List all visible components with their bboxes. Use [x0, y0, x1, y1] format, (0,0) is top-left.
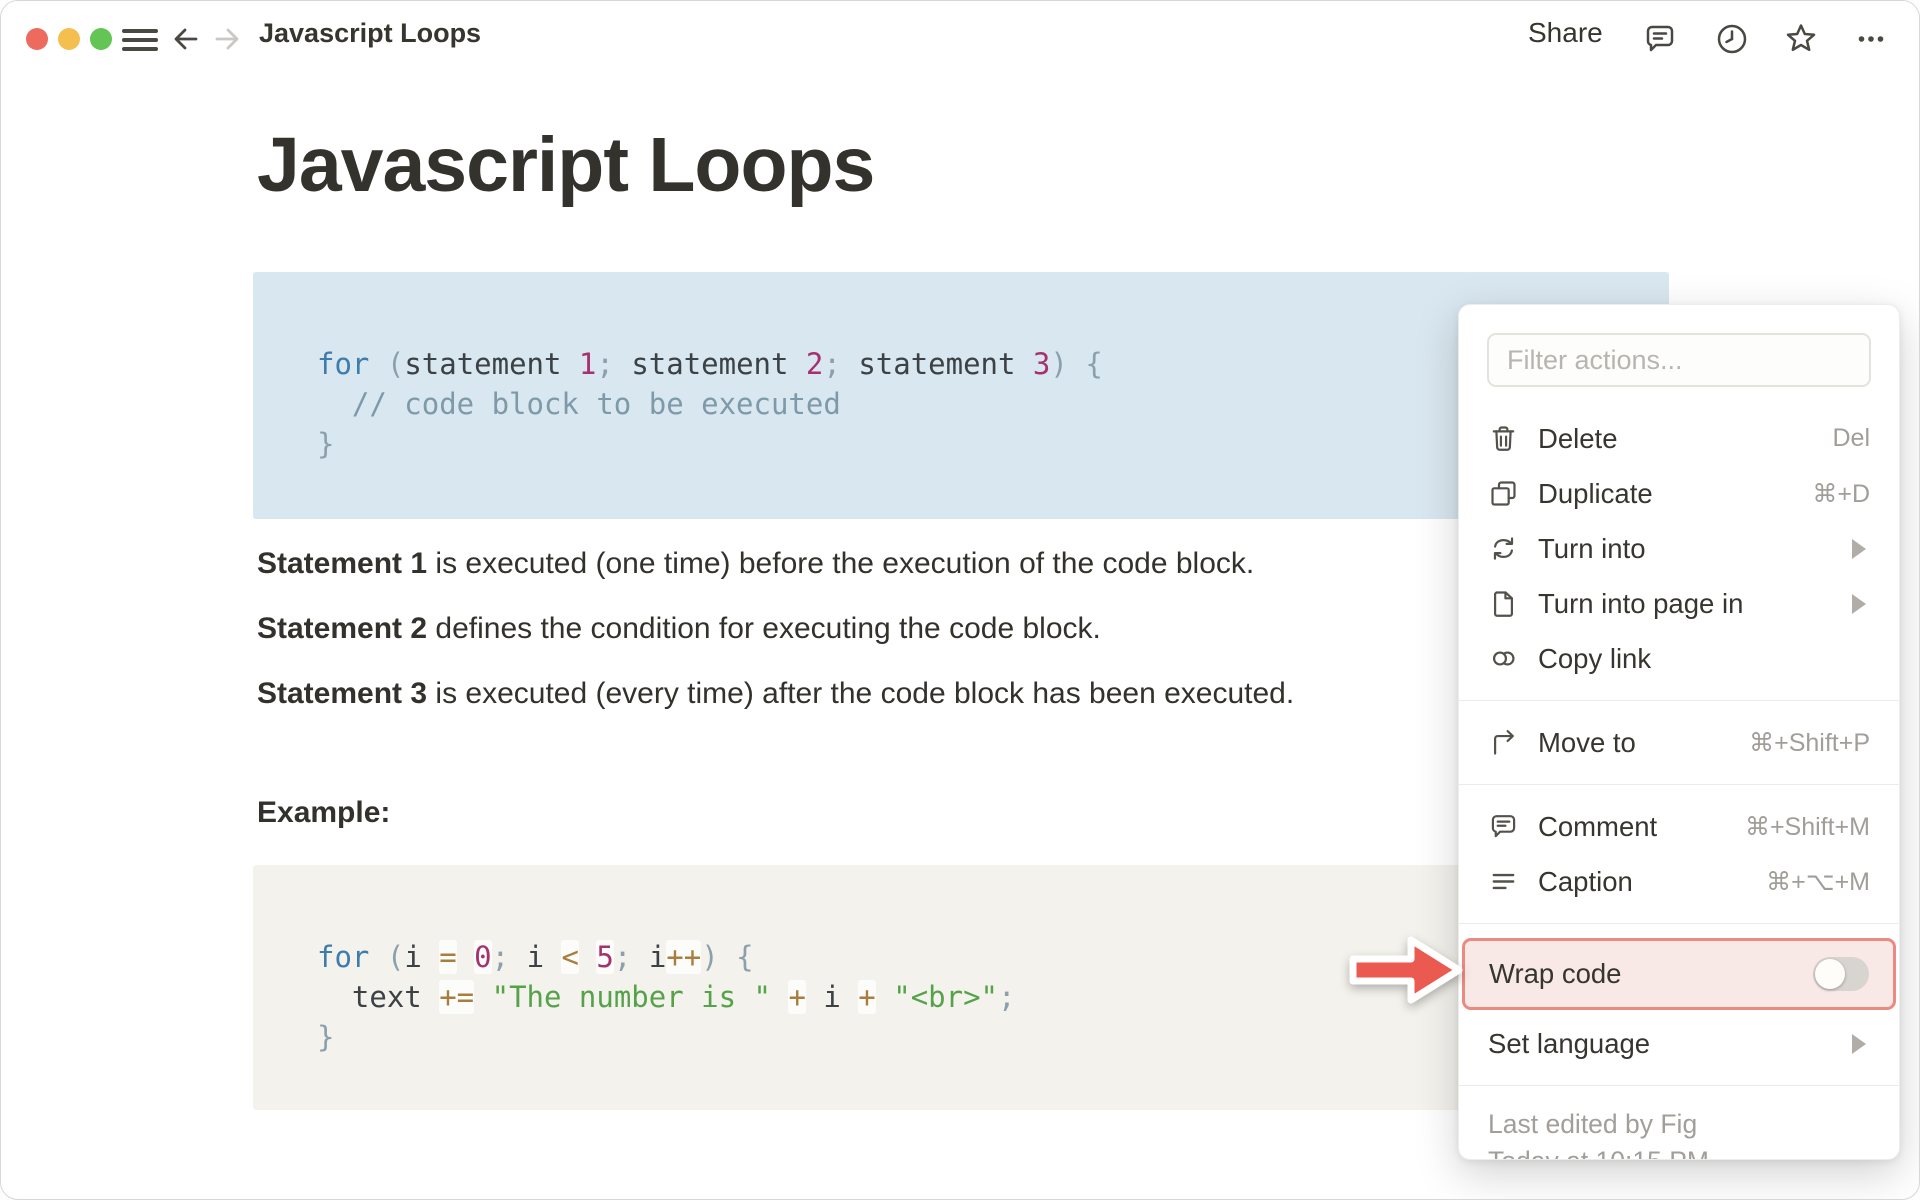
- menu-item-delete[interactable]: Delete Del: [1459, 411, 1899, 466]
- body-paragraphs: Statement 1 is executed (one time) befor…: [257, 543, 1517, 738]
- toggle-knob: [1815, 959, 1845, 989]
- menu-item-duplicate[interactable]: Duplicate ⌘+D: [1459, 466, 1899, 521]
- menu-item-label: Turn into: [1538, 532, 1646, 564]
- menu-item-turn-into[interactable]: Turn into: [1459, 521, 1899, 576]
- favorite-star-icon[interactable]: [1782, 20, 1820, 58]
- menu-item-shortcut: ⌘+Shift+P: [1749, 728, 1870, 757]
- menu-item-label: Caption: [1538, 865, 1633, 897]
- menu-divider: [1459, 1085, 1899, 1086]
- menu-item-wrap-code[interactable]: Wrap code: [1462, 938, 1896, 1010]
- caption-icon: [1488, 866, 1519, 897]
- red-arrow-annotation-icon: [1349, 936, 1463, 1004]
- paragraph[interactable]: Statement 3 is executed (every time) aft…: [257, 673, 1517, 715]
- wrap-code-label: Wrap code: [1489, 958, 1622, 989]
- block-actions-menu: Delete Del Duplicate ⌘+D Turn into Turn into …: [1458, 304, 1900, 1160]
- move-to-icon: [1488, 727, 1519, 758]
- menu-divider: [1459, 923, 1899, 924]
- paragraph[interactable]: Statement 1 is executed (one time) befor…: [257, 543, 1517, 585]
- comments-icon[interactable]: [1641, 20, 1679, 58]
- app-window: Javascript Loops Share Javascript Loops …: [0, 0, 1920, 1200]
- menu-items: Delete Del Duplicate ⌘+D Turn into Turn into …: [1459, 411, 1899, 924]
- last-edited-time: Today at 10:15 PM: [1488, 1143, 1870, 1159]
- paragraph[interactable]: Statement 2 defines the condition for ex…: [257, 608, 1517, 650]
- close-window-button[interactable]: [26, 28, 48, 50]
- code-block-syntax[interactable]: for (statement 1; statement 2; statement…: [253, 272, 1669, 519]
- menu-item-shortcut: Del: [1832, 424, 1870, 452]
- menu-item-label: Duplicate: [1538, 477, 1653, 509]
- page-title[interactable]: Javascript Loops: [257, 121, 875, 210]
- menu-item-turn-into-page-in[interactable]: Turn into page in: [1459, 576, 1899, 631]
- zoom-window-button[interactable]: [90, 28, 112, 50]
- menu-item-label: Comment: [1538, 810, 1658, 842]
- page-icon: [1488, 588, 1519, 619]
- menu-divider: [1459, 784, 1899, 785]
- submenu-arrow-icon: [1852, 1033, 1866, 1054]
- forward-arrow-icon[interactable]: [208, 20, 246, 58]
- example-heading[interactable]: Example:: [257, 796, 390, 830]
- menu-item-caption[interactable]: Caption ⌘+⌥+M: [1459, 854, 1899, 909]
- menu-footer: Last edited by Fig Today at 10:15 PM: [1459, 1100, 1899, 1159]
- duplicate-icon: [1488, 478, 1519, 509]
- menu-item-move-to[interactable]: Move to ⌘+Shift+P: [1459, 715, 1899, 770]
- back-arrow-icon[interactable]: [167, 20, 205, 58]
- menu-item-shortcut: ⌘+⌥+M: [1766, 867, 1870, 896]
- set-language-label: Set language: [1488, 1027, 1651, 1059]
- menu-item-set-language[interactable]: Set language: [1459, 1016, 1899, 1071]
- menu-item-label: Delete: [1538, 422, 1618, 454]
- menu-item-comment[interactable]: Comment ⌘+Shift+M: [1459, 799, 1899, 854]
- menu-divider: [1459, 700, 1899, 701]
- menu-item-shortcut: ⌘+Shift+M: [1744, 812, 1870, 841]
- minimize-window-button[interactable]: [58, 28, 80, 50]
- submenu-arrow-icon: [1852, 538, 1866, 559]
- menu-item-label: Turn into page in: [1538, 587, 1744, 619]
- history-clock-icon[interactable]: [1713, 20, 1751, 58]
- share-button[interactable]: Share: [1528, 17, 1603, 49]
- sidebar-menu-icon[interactable]: [122, 29, 158, 51]
- code-content: for (statement 1; statement 2; statement…: [317, 347, 1103, 461]
- last-edited-by: Last edited by Fig: [1488, 1109, 1698, 1139]
- menu-item-shortcut: ⌘+D: [1812, 479, 1870, 508]
- menu-item-label: Copy link: [1538, 642, 1652, 674]
- wrap-code-toggle[interactable]: [1813, 957, 1869, 991]
- menu-item-copy-link[interactable]: Copy link: [1459, 631, 1899, 686]
- filter-actions-input[interactable]: [1487, 333, 1871, 387]
- comment-icon: [1488, 811, 1519, 842]
- menu-item-label: Move to: [1538, 726, 1636, 758]
- link-icon: [1488, 643, 1519, 674]
- trash-icon: [1488, 423, 1519, 454]
- turn-into-icon: [1488, 533, 1519, 564]
- window-topbar: Javascript Loops Share: [1, 1, 1919, 65]
- more-options-icon[interactable]: [1852, 20, 1890, 58]
- submenu-arrow-icon: [1852, 593, 1866, 614]
- window-title: Javascript Loops: [259, 18, 482, 48]
